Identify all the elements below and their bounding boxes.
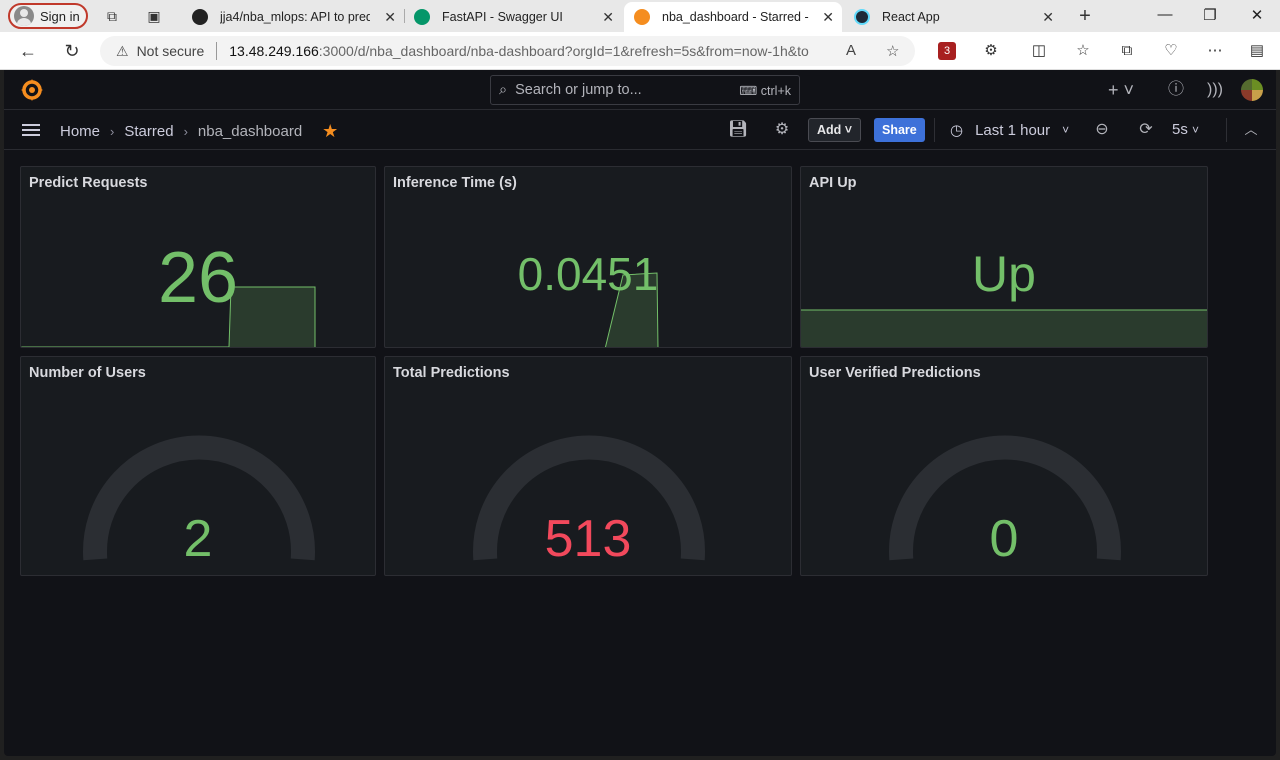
panel-title: Total Predictions <box>393 365 510 381</box>
reload-icon[interactable]: ↻ <box>62 41 82 61</box>
add-button[interactable]: Add ˅ <box>808 118 862 142</box>
window-close-icon[interactable]: ✕ <box>1247 6 1267 24</box>
new-tab-icon[interactable]: + <box>1077 6 1093 26</box>
address-toolbar: ← ↻ ⚠ Not secure 13.48.249.166 :3000/d/n… <box>0 32 1280 70</box>
save-icon[interactable]: 💾︎ <box>728 121 748 139</box>
tab-title: React App <box>882 10 940 24</box>
grafana-top-nav: ⌕ Search or jump to... ⌨ ctrl+k + ˅ ⓘ ))… <box>4 70 1276 110</box>
refresh-icon[interactable]: ⟳ <box>1136 121 1156 139</box>
profile-label: Sign in <box>40 8 80 24</box>
breadcrumb-dashboard: nba_dashboard <box>197 123 303 140</box>
gauge-value: 513 <box>544 510 632 568</box>
tab-fastapi[interactable]: FastAPI - Swagger UI ✕ <box>404 2 622 32</box>
star-icon[interactable]: ★ <box>322 121 338 142</box>
breadcrumb: Home › Starred › nba_dashboard ★ <box>60 121 339 142</box>
collections-icon[interactable]: ⧉ <box>1118 42 1136 60</box>
refresh-interval-picker[interactable]: 5s ˅ <box>1172 121 1199 138</box>
split-screen-icon[interactable]: ◫ <box>1030 42 1048 60</box>
tab-title: nba_dashboard - Starred - Gr <box>662 10 812 24</box>
fastapi-icon <box>414 9 430 25</box>
profile-button[interactable]: Sign in <box>8 3 88 29</box>
tab-title: FastAPI - Swagger UI <box>442 10 563 24</box>
panel-title: Inference Time (s) <box>393 175 517 191</box>
close-icon[interactable]: ✕ <box>822 9 834 26</box>
grafana-logo-icon[interactable] <box>20 78 44 102</box>
collapse-chevron-icon[interactable]: ︿ <box>1241 121 1261 139</box>
panel-user-verified-predictions[interactable]: User Verified Predictions 0 <box>800 356 1208 576</box>
browser-tab-bar: Sign in ⧉ ▣ jja4/nba_mlops: API to predi… <box>0 0 1280 32</box>
github-icon <box>192 9 208 25</box>
workspaces-icon[interactable]: ⧉ <box>104 8 120 24</box>
favorite-star-icon[interactable]: ☆ <box>886 42 899 60</box>
url-path: :3000/d/nba_dashboard/nba-dashboard?orgI… <box>318 43 809 59</box>
breadcrumb-home[interactable]: Home <box>60 123 100 140</box>
minimize-icon[interactable]: — <box>1155 6 1175 23</box>
share-button[interactable]: Share <box>874 118 925 142</box>
gauge-value: 0 <box>989 510 1019 568</box>
favorites-icon[interactable]: ☆ <box>1074 42 1092 60</box>
browser-essentials-icon[interactable]: ♡ <box>1162 42 1180 60</box>
time-range-label: Last 1 hour <box>975 121 1051 139</box>
zoom-out-icon[interactable]: ⊖ <box>1092 121 1112 139</box>
warning-icon[interactable]: ⚠ <box>116 43 129 60</box>
panel-total-predictions[interactable]: Total Predictions 513 <box>384 356 792 576</box>
new-menu-icon[interactable]: + ˅ <box>1108 81 1134 99</box>
tab-title: jja4/nba_mlops: API to predic <box>220 10 370 24</box>
help-icon[interactable]: ⓘ <box>1168 81 1184 99</box>
close-icon[interactable]: ✕ <box>602 9 614 26</box>
menu-icon[interactable] <box>22 124 40 136</box>
panel-predict-requests[interactable]: Predict Requests 26 <box>20 166 376 348</box>
avatar[interactable] <box>1241 79 1263 101</box>
dashboard-nav: Home › Starred › nba_dashboard ★ 💾︎ ⚙ Ad… <box>4 110 1276 150</box>
close-icon[interactable]: ✕ <box>384 9 396 26</box>
restore-icon[interactable]: ❐ <box>1200 6 1220 24</box>
search-shortcut: ⌨ ctrl+k <box>739 84 791 98</box>
security-label[interactable]: Not secure <box>137 43 205 59</box>
extensions-icon[interactable]: ⚙ <box>982 42 1000 60</box>
tab-grafana[interactable]: nba_dashboard - Starred - Gr ✕ <box>624 2 842 32</box>
grafana-icon <box>634 9 650 25</box>
panel-title: API Up <box>809 175 857 191</box>
time-range-picker[interactable]: ◷ Last 1 hour ˅ <box>950 118 1069 142</box>
panel-title: Predict Requests <box>29 175 148 191</box>
tab-react[interactable]: React App ✕ <box>844 2 1062 32</box>
address-bar[interactable]: ⚠ Not secure 13.48.249.166 :3000/d/nba_d… <box>100 36 915 66</box>
stat-value: 26 <box>157 238 239 318</box>
react-icon <box>854 9 870 25</box>
close-icon[interactable]: ✕ <box>1042 9 1054 26</box>
chevron-down-icon: ˅ <box>1062 123 1070 137</box>
url-host: 13.48.249.166 <box>229 43 319 59</box>
panel-title: User Verified Predictions <box>809 365 981 381</box>
ublock-extension-icon[interactable]: 3 <box>938 42 956 60</box>
news-rss-icon[interactable]: ))) <box>1207 81 1223 99</box>
gauge-value: 2 <box>183 510 213 568</box>
read-aloud-icon[interactable]: A <box>846 42 856 59</box>
stat-value: Up <box>972 246 1036 302</box>
tab-github[interactable]: jja4/nba_mlops: API to predic ✕ <box>182 2 404 32</box>
sidebar-toggle-icon[interactable]: ▤ <box>1248 42 1266 60</box>
search-placeholder: Search or jump to... <box>515 82 642 98</box>
more-menu-icon[interactable]: ⋯ <box>1206 42 1224 60</box>
settings-gear-icon[interactable]: ⚙ <box>772 121 792 139</box>
profile-icon <box>14 6 34 26</box>
stat-value: 0.0451 <box>517 248 659 300</box>
panel-inference-time[interactable]: Inference Time (s) 0.0451 <box>384 166 792 348</box>
breadcrumb-starred[interactable]: Starred <box>124 123 173 140</box>
panel-number-of-users[interactable]: Number of Users 2 <box>20 356 376 576</box>
search-input[interactable]: ⌕ Search or jump to... ⌨ ctrl+k <box>490 75 800 105</box>
tab-actions-icon[interactable]: ▣ <box>146 8 162 24</box>
clock-icon: ◷ <box>950 122 964 139</box>
grafana-app: ⌕ Search or jump to... ⌨ ctrl+k + ˅ ⓘ ))… <box>4 70 1276 756</box>
panel-title: Number of Users <box>29 365 146 381</box>
back-icon[interactable]: ← <box>18 41 38 61</box>
search-icon: ⌕ <box>499 82 508 98</box>
panel-api-up[interactable]: API Up Up <box>800 166 1208 348</box>
